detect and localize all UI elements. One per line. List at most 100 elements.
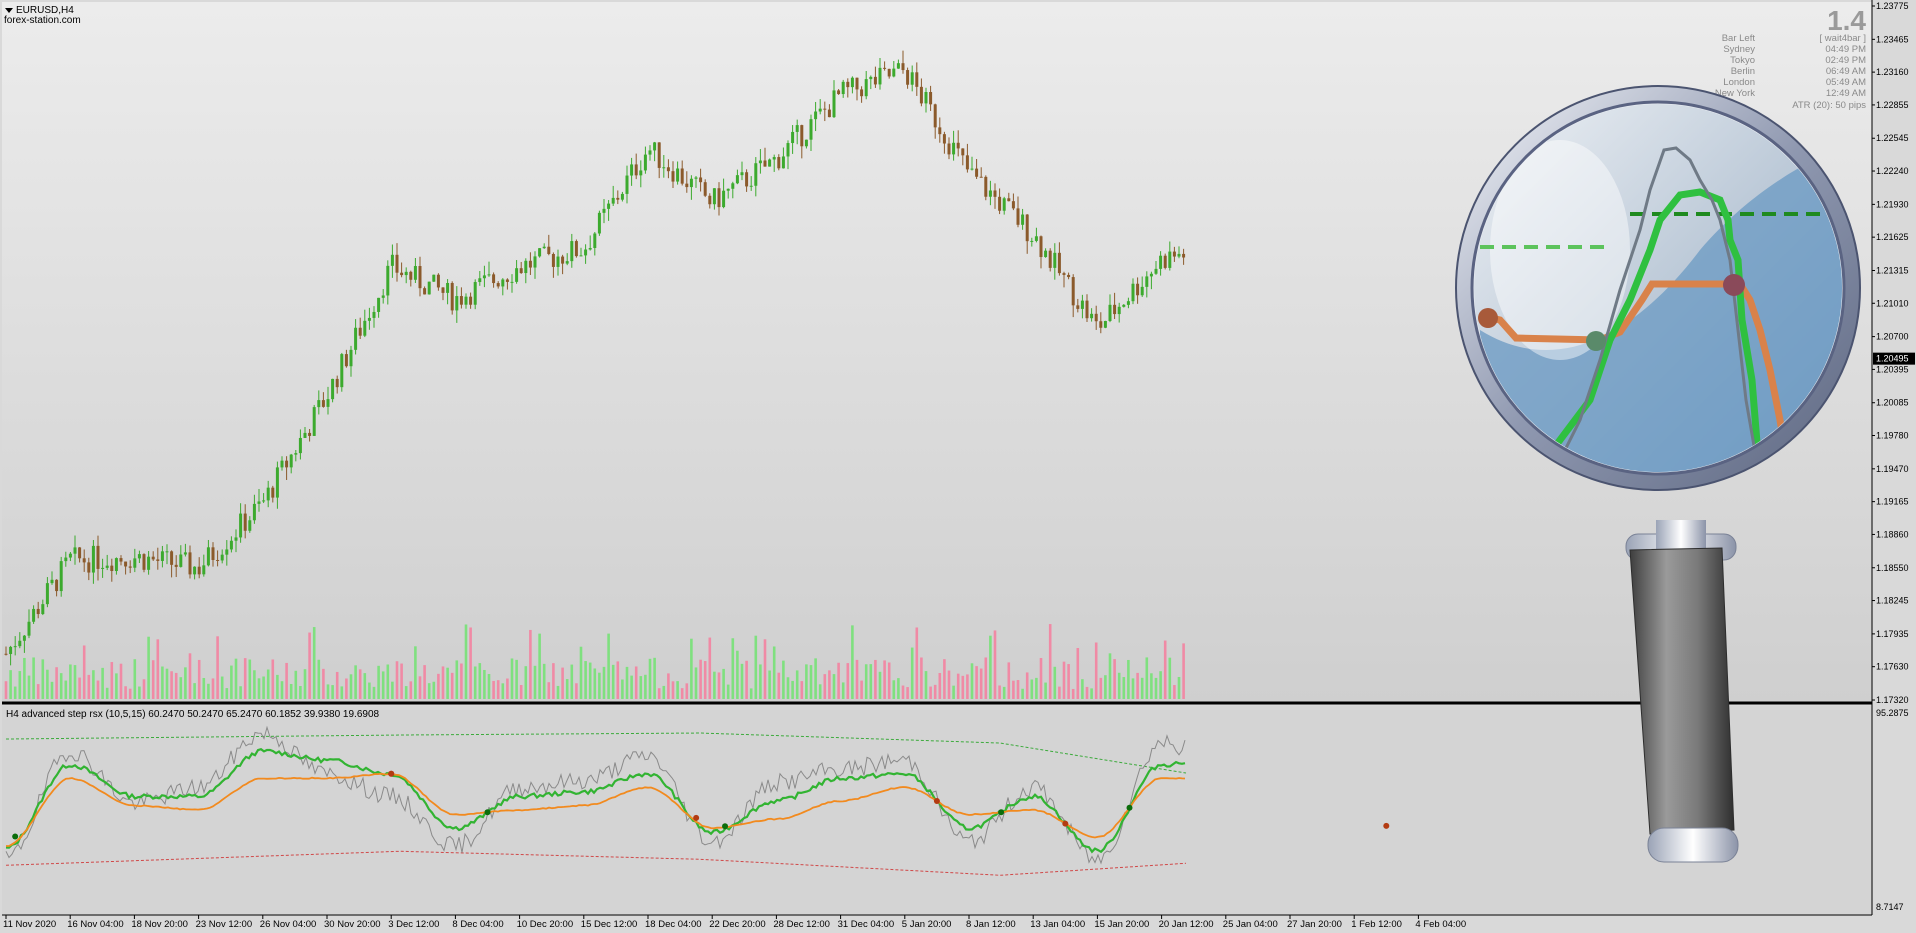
candle-body: [170, 551, 174, 565]
price-tick-label: 1.18245: [1876, 596, 1909, 606]
chart-canvas[interactable]: 1.23775 1.23465 1.23160 1.22855 1.22545 1.222…: [0, 0, 1916, 933]
candle-body: [119, 558, 123, 562]
volume-bar: [179, 677, 183, 699]
candle-body: [1117, 306, 1121, 315]
info-value: 02:49 PM: [1825, 55, 1866, 66]
candle-body: [1140, 286, 1144, 296]
candle-body: [804, 139, 808, 147]
candle-body: [984, 176, 988, 197]
magnifier-neck: [1656, 520, 1706, 550]
chart-window[interactable]: 1.23775 1.23465 1.23160 1.22855 1.22545 1.222…: [0, 0, 1916, 933]
volume-bar: [1035, 677, 1038, 699]
volume-bar: [225, 688, 229, 699]
volume-bar: [768, 670, 771, 699]
volume-bar: [55, 667, 58, 699]
volume-bar: [46, 669, 49, 699]
candle-body: [1067, 274, 1071, 278]
candle-body: [55, 579, 59, 592]
candle-body: [1145, 276, 1149, 287]
time-tick-label: 4 Feb 04:00: [1415, 919, 1466, 930]
volume-bar: [1173, 685, 1176, 699]
volume-bar: [253, 670, 256, 699]
candle-body: [308, 432, 312, 436]
volume-bar: [124, 686, 127, 699]
candle-body: [726, 188, 730, 191]
candle-body: [496, 283, 500, 287]
candle-body: [878, 67, 882, 85]
cross-dot: [388, 770, 395, 777]
volume-bar: [335, 671, 339, 699]
candle-body: [625, 175, 629, 194]
info-label: Tokyo: [1730, 55, 1755, 66]
indicator-title: H4 advanced step rsx (10,5,15) 60.2470 5…: [6, 709, 380, 720]
volume-bar: [1025, 672, 1029, 699]
candle-body: [970, 168, 974, 170]
volume-bar: [1067, 664, 1070, 699]
volume-bar: [1021, 688, 1024, 699]
current-price-label: 1.20495: [1876, 354, 1909, 364]
candle-body: [998, 196, 1002, 211]
candle-body: [294, 453, 298, 455]
volume-bar: [1071, 688, 1075, 699]
volume-bar: [906, 687, 909, 699]
candle-body: [869, 76, 873, 80]
candle-body: [1062, 273, 1066, 275]
time-tick-label: 18 Nov 20:00: [131, 919, 188, 930]
candle-body: [137, 554, 141, 559]
volume-bar: [1122, 677, 1126, 699]
volume-bar: [483, 669, 486, 699]
volume-bar: [331, 685, 334, 699]
volume-bar: [975, 666, 978, 699]
volume-bar: [529, 629, 532, 699]
volume-bar: [207, 683, 210, 699]
candle-body: [183, 552, 187, 555]
candle-body: [873, 76, 877, 85]
volume-bar: [1163, 640, 1167, 699]
candle-body: [1080, 300, 1084, 309]
candle-body: [252, 503, 256, 521]
candle-body: [1108, 304, 1112, 321]
price-tick-label: 1.22240: [1876, 166, 1909, 176]
candle-body: [1034, 236, 1038, 241]
time-tick-label: 18 Dec 04:00: [645, 919, 702, 930]
price-tick-label: 1.21930: [1876, 199, 1909, 209]
volume-bar: [510, 658, 514, 699]
volume-bar: [1145, 657, 1149, 699]
candle-body: [501, 279, 505, 287]
volume-bar: [832, 674, 836, 699]
time-tick-label: 3 Dec 12:00: [388, 919, 439, 930]
candle-body: [662, 167, 666, 169]
info-label: Berlin: [1731, 66, 1755, 77]
candle-body: [528, 260, 532, 268]
candle-body: [473, 282, 477, 305]
candle-body: [947, 143, 951, 155]
time-tick-label: 23 Nov 12:00: [196, 919, 253, 930]
candle-body: [257, 501, 261, 504]
candle-body: [975, 168, 979, 177]
version-label: 1.4: [1827, 5, 1866, 36]
volume-bar: [188, 653, 192, 699]
volume-bar: [9, 670, 12, 699]
volume-bar: [1159, 671, 1162, 699]
volume-bar: [749, 688, 753, 699]
volume-bar: [616, 661, 620, 699]
volume-bar: [404, 686, 408, 699]
candle-body: [860, 89, 864, 97]
candle-body: [777, 157, 781, 169]
candle-body: [703, 182, 707, 196]
volume-bar: [694, 667, 698, 699]
volume-bar: [602, 666, 606, 699]
price-tick-label: 1.17320: [1876, 695, 1909, 705]
volume-bar: [492, 680, 495, 699]
candle-body: [1048, 250, 1052, 268]
volume-bar: [1131, 678, 1135, 699]
candle-body: [188, 552, 192, 575]
candle-body: [409, 271, 413, 280]
candle-body: [772, 157, 776, 160]
volume-bar: [437, 673, 440, 699]
volume-bar: [450, 672, 454, 699]
candle-body: [1085, 300, 1089, 319]
volume-bar: [165, 668, 169, 699]
candle-body: [1159, 255, 1163, 269]
candle-body: [344, 354, 348, 367]
